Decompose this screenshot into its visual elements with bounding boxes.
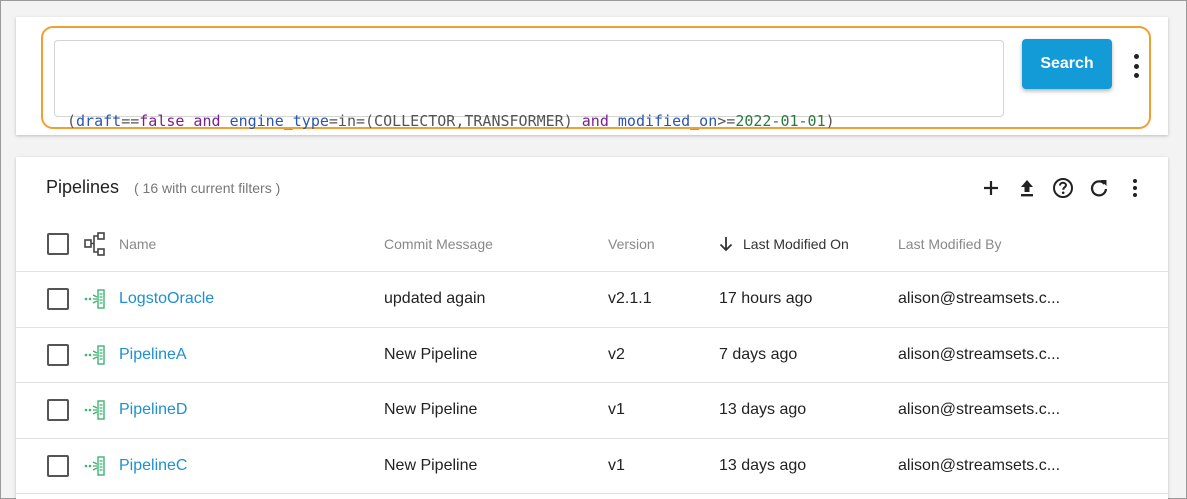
column-name[interactable]: Name: [119, 217, 156, 271]
query-panel: (draft==false and engine_type=in=(COLLEC…: [16, 17, 1168, 211]
pipeline-name-link[interactable]: PipelineC: [119, 439, 187, 494]
version: v2.1.1: [608, 290, 652, 308]
search-button[interactable]: Search: [1022, 39, 1112, 89]
sort-down-icon: [719, 237, 733, 252]
upload-icon[interactable]: [1016, 175, 1038, 201]
query-token: engine_type: [229, 112, 329, 130]
table-row[interactable]: LogstoOracle updated again v2.1.1 17 hours …: [16, 272, 1168, 328]
select-all-checkbox[interactable]: [47, 233, 69, 255]
query-token: and: [184, 112, 230, 130]
last-modified-by: alison@streamsets.c...: [898, 456, 1061, 474]
table-row[interactable]: PipelineA New Pipeline v2 7 days ago alison@…: [16, 328, 1168, 383]
last-modified-on: 13 days ago: [719, 401, 807, 419]
pipeline-icon: [83, 272, 107, 327]
pipeline-name-link[interactable]: LogstoOracle: [119, 272, 214, 327]
query-token: ): [825, 112, 835, 130]
query-token: ==: [121, 112, 140, 130]
query-token: [609, 112, 618, 130]
commit-message: New Pipeline: [384, 401, 478, 419]
column-last-modified-by[interactable]: Last Modified By: [898, 217, 1002, 271]
query-token: =in=(COLLECTOR,TRANSFORMER): [328, 112, 582, 130]
more-options-icon[interactable]: [1129, 54, 1143, 78]
refresh-icon[interactable]: [1088, 175, 1110, 201]
panel-title: Pipelines: [46, 177, 120, 197]
add-icon[interactable]: [980, 175, 1002, 201]
column-commit-message[interactable]: Commit Message: [384, 217, 493, 271]
pipeline-name-link[interactable]: PipelineD: [119, 383, 187, 438]
query-token: modified_on: [617, 112, 718, 130]
last-modified-by: alison@streamsets.c...: [898, 345, 1061, 363]
query-token: 2022-01-01: [735, 112, 826, 130]
query-line-1: (draft==false and engine_type=in=(COLLEC…: [67, 108, 991, 135]
row-checkbox[interactable]: [47, 288, 69, 311]
pipelines-panel: Pipelines ( 16 with current filters ) Na…: [16, 157, 1168, 499]
row-checkbox[interactable]: [47, 343, 69, 366]
column-version[interactable]: Version: [608, 217, 655, 271]
table-header: Name Commit Message Version Last Modifie…: [16, 217, 1168, 272]
row-checkbox[interactable]: [47, 399, 69, 422]
more-icon[interactable]: [1124, 175, 1146, 201]
pipeline-icon: [83, 383, 107, 438]
commit-message: New Pipeline: [384, 345, 478, 363]
query-token: and: [581, 112, 609, 130]
query-token: false: [139, 112, 185, 130]
column-last-modified-on[interactable]: Last Modified On: [719, 217, 849, 271]
pipeline-name-link[interactable]: PipelineA: [119, 328, 187, 383]
last-modified-by: alison@streamsets.c...: [898, 290, 1061, 308]
row-checkbox[interactable]: [47, 454, 69, 477]
topology-icon[interactable]: [83, 217, 107, 271]
version: v1: [608, 401, 625, 419]
query-token: draft: [76, 112, 122, 130]
list-toolbar: [980, 175, 1146, 201]
last-modified-on: 7 days ago: [719, 345, 798, 363]
commit-message: New Pipeline: [384, 456, 478, 474]
filter-count: ( 16 with current filters ): [134, 180, 281, 196]
help-icon[interactable]: [1052, 175, 1074, 201]
table-row[interactable]: PipelineC New Pipeline v1 13 days ago alison…: [16, 439, 1168, 494]
query-input[interactable]: (draft==false and engine_type=in=(COLLEC…: [54, 40, 1004, 211]
table-row[interactable]: PipelineD New Pipeline v1 13 days ago alison…: [16, 383, 1168, 439]
version: v2: [608, 345, 625, 363]
last-modified-on: 17 hours ago: [719, 290, 813, 308]
last-modified-on: 13 days ago: [719, 456, 807, 474]
commit-message: updated again: [384, 290, 486, 308]
pipeline-icon: [83, 439, 107, 494]
version: v1: [608, 456, 625, 474]
query-token: >=: [717, 112, 736, 130]
pipeline-icon: [83, 328, 107, 383]
last-modified-by: alison@streamsets.c...: [898, 401, 1061, 419]
query-token: (: [67, 112, 77, 130]
